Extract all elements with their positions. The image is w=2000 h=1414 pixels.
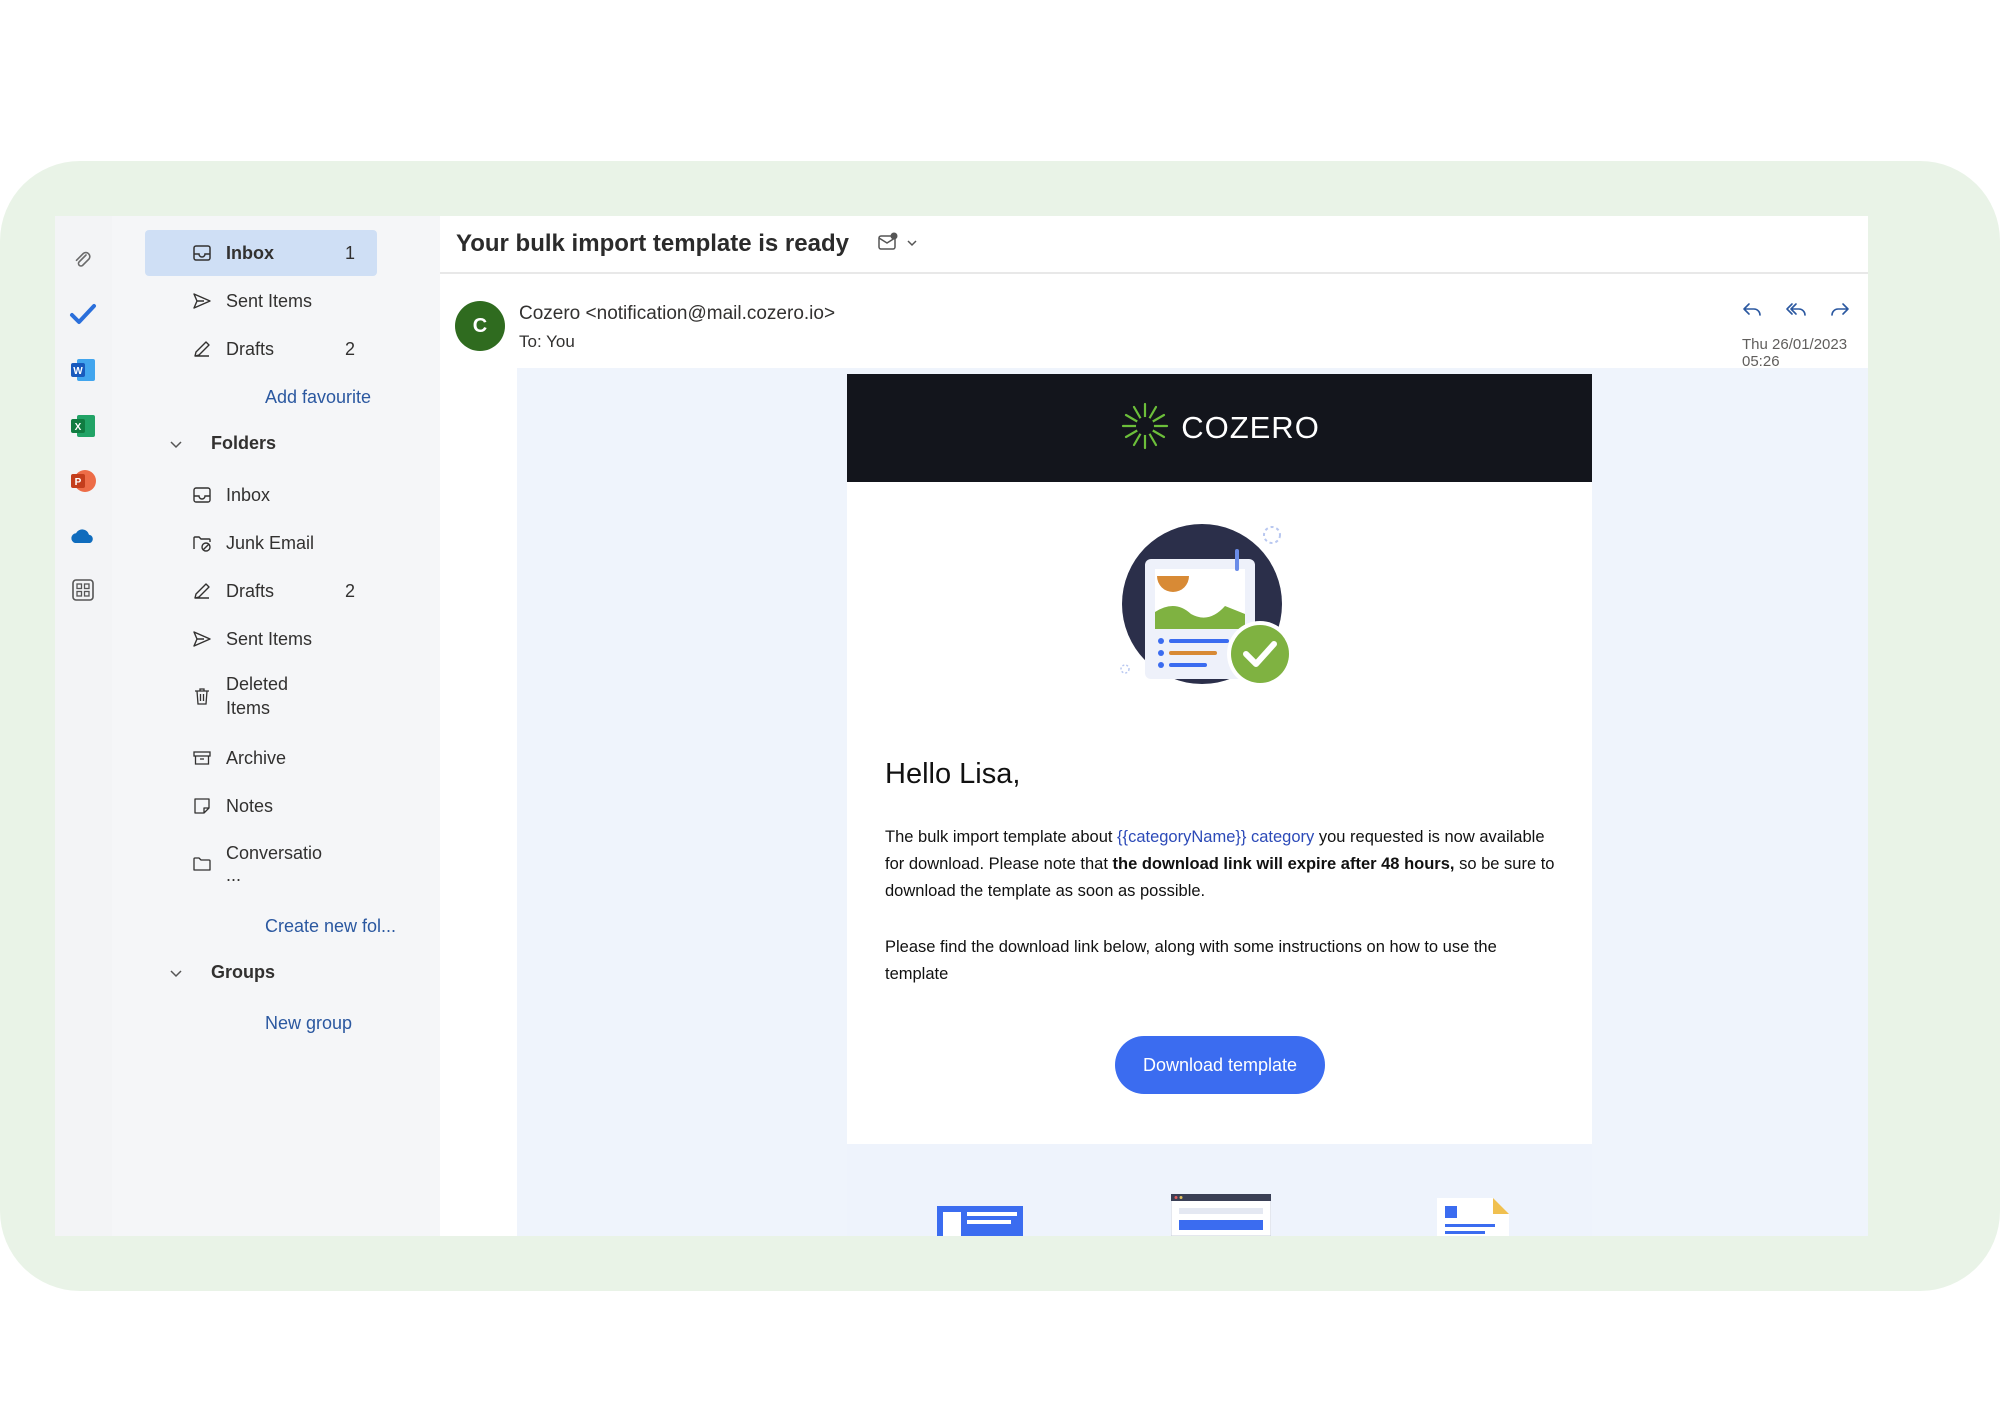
folder-label-continued: ... [226,865,242,885]
outlook-window: W X P Inbox 1 Sent Items Drafts 2 Add fa… [55,216,1868,1236]
favourite-sent-items[interactable]: Sent Items [145,278,377,324]
sender-address[interactable]: Cozero <notification@mail.cozero.io> [519,303,835,325]
apps-icon[interactable] [69,576,97,604]
word-icon[interactable]: W [69,356,97,384]
message-actions [1738,296,1868,324]
unread-count: 2 [344,580,355,601]
note-icon [190,796,214,816]
todo-icon[interactable] [69,300,97,328]
svg-text:X: X [75,422,82,433]
unread-count: 2 [344,338,355,359]
folder-sent-items[interactable]: Sent Items [145,616,377,662]
mail-summary-icon [876,230,900,259]
excel-icon[interactable]: X [69,412,97,440]
email-card: COZERO Hello Lisa, The bulk import templ… [847,374,1592,1236]
email-paragraph-2: Please find the download link below, alo… [885,938,1497,983]
groups-section-header[interactable]: Groups [169,962,275,983]
unread-count: 1 [344,242,355,263]
send-icon [190,629,214,649]
add-favourite-link[interactable]: Add favourite [265,387,371,408]
folders-section-header[interactable]: Folders [169,433,276,454]
inbox-icon [190,243,214,263]
reading-pane: Your bulk import template is ready C Coz… [440,216,1868,1236]
folder-inbox[interactable]: Inbox [145,472,377,518]
folder-archive[interactable]: Archive [145,735,377,781]
folder-pane: Inbox 1 Sent Items Drafts 2 Add favourit… [112,216,441,1236]
svg-text:W: W [73,366,83,377]
folder-label: Notes [226,795,274,816]
p1-text-a: The bulk import template about [885,828,1118,846]
template-ready-illustration [1117,524,1317,694]
browser-illustration-icon [1170,1193,1272,1236]
pencil-icon [190,581,214,601]
onedrive-icon[interactable] [69,523,97,551]
message-date: Thu 26/01/2023 05:26 [1742,336,1848,370]
folder-label-continued: Items [226,698,271,718]
folder-conversation-history[interactable]: Conversatio ... [145,836,377,892]
reply-icon[interactable] [1738,296,1766,324]
chevron-down-icon [906,236,918,254]
archive-icon [190,748,214,768]
brand-header: COZERO [847,374,1592,482]
category-variable: {{categoryName}} category [1117,828,1315,846]
folder-label: Sent Items [226,628,313,649]
favourite-label: Sent Items [226,290,313,311]
download-template-button[interactable]: Download template [1115,1036,1325,1094]
create-new-folder-link[interactable]: Create new fol... [265,916,396,937]
folder-label: Inbox [226,484,271,505]
folder-label: Drafts [226,580,275,601]
folder-notes[interactable]: Notes [145,783,377,829]
file-illustration-icon [1437,1198,1513,1236]
app-rail: W X P [55,216,113,1236]
favourite-label: Inbox [226,242,274,263]
subject-bar: Your bulk import template is ready [440,216,1868,274]
new-group-link[interactable]: New group [265,1013,352,1034]
trash-icon [190,686,214,706]
folder-icon [190,854,214,874]
summary-dropdown-button[interactable] [876,230,918,259]
favourite-drafts[interactable]: Drafts 2 [145,326,377,372]
instructions-section [847,1144,1592,1236]
folder-label: Conversatio [226,843,323,863]
recipient-line: To: You [519,332,575,352]
reply-all-icon[interactable] [1782,296,1810,324]
cozero-logo-icon [1119,400,1171,457]
to-value[interactable]: You [546,332,575,351]
to-label: To: [519,332,542,351]
folder-label: Deleted [226,674,289,694]
junk-icon [190,533,214,553]
pencil-icon [190,339,214,359]
email-greeting: Hello Lisa, [885,758,1021,790]
expiry-notice: the download link will expire after 48 h… [1112,855,1455,873]
inbox-icon [190,485,214,505]
folders-header-label: Folders [211,433,277,453]
groups-header-label: Groups [211,962,276,982]
chevron-down-icon [169,966,191,980]
chevron-down-icon [169,437,191,451]
favourite-label: Drafts [226,338,275,359]
forward-icon[interactable] [1826,296,1854,324]
svg-text:P: P [75,477,82,488]
attachment-icon[interactable] [69,247,97,275]
folder-junk-email[interactable]: Junk Email [145,520,377,566]
folder-deleted-items[interactable]: Deleted Items [145,668,377,724]
email-body: COZERO Hello Lisa, The bulk import templ… [517,368,1868,1236]
send-icon [190,291,214,311]
favourite-inbox[interactable]: Inbox 1 [145,230,377,276]
email-paragraph-1: The bulk import template about {{categor… [885,824,1555,905]
brand-name: COZERO [1181,410,1320,445]
powerpoint-icon[interactable]: P [69,467,97,495]
folder-drafts[interactable]: Drafts 2 [145,568,377,614]
folder-label: Archive [226,747,287,768]
folder-label: Junk Email [226,532,315,553]
message-subject: Your bulk import template is ready [456,230,849,257]
avatar[interactable]: C [455,301,505,351]
document-illustration-icon [937,1198,1023,1236]
